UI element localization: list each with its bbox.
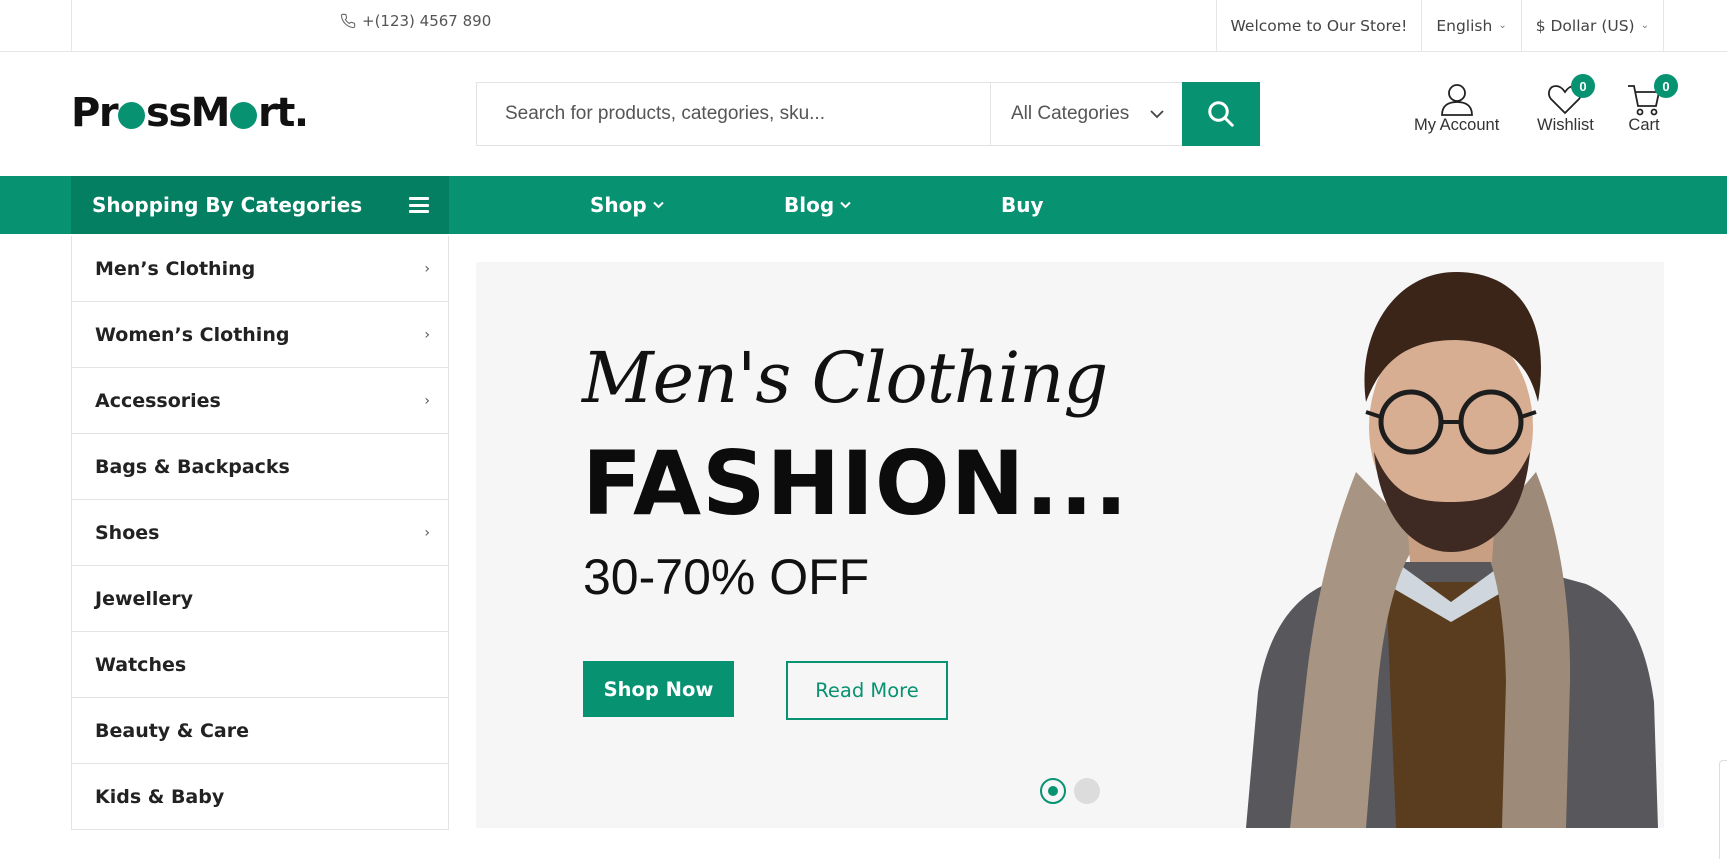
top-bar: +(123) 4567 890 Welcome to Our Store! En… xyxy=(0,0,1727,52)
wishlist-count-badge: 0 xyxy=(1571,74,1595,98)
category-label: Women’s Clothing xyxy=(95,323,290,346)
category-label: Bags & Backpacks xyxy=(95,455,290,478)
hero-title: FASHION... xyxy=(582,432,1129,535)
category-label: Kids & Baby xyxy=(95,785,225,808)
header: PrssM rt. All Categories My Account Wishl… xyxy=(0,52,1727,176)
user-icon xyxy=(1440,84,1473,116)
slider-dot-active[interactable] xyxy=(1040,778,1066,804)
search-icon xyxy=(1208,101,1234,127)
hero-banner: Men's Clothing FASHION... 30-70% OFF Sho… xyxy=(476,262,1664,828)
category-label: Shoes xyxy=(95,521,160,544)
welcome-label: Welcome to Our Store! xyxy=(1230,16,1408,35)
hero-script-title: Men's Clothing xyxy=(582,337,1108,419)
shop-now-button[interactable]: Shop Now xyxy=(583,661,734,717)
wishlist-link[interactable]: Wishlist 0 xyxy=(1537,74,1595,135)
language-selector[interactable]: English ⌄ xyxy=(1422,0,1522,51)
logo-text-3: rt. xyxy=(257,90,309,136)
search-button[interactable] xyxy=(1182,82,1260,146)
phone-icon xyxy=(340,13,356,29)
chevron-right-icon: › xyxy=(424,392,430,409)
chevron-down-icon xyxy=(1150,110,1164,119)
top-bar-right: Welcome to Our Store! English ⌄ $ Dollar … xyxy=(1215,0,1664,51)
category-item-accessories[interactable]: Accessories › xyxy=(72,368,448,434)
category-label: Beauty & Care xyxy=(95,719,250,742)
language-label: English xyxy=(1436,16,1493,35)
scroll-widget[interactable] xyxy=(1719,760,1727,859)
phone-contact[interactable]: +(123) 4567 890 xyxy=(340,12,491,30)
category-item-beauty-care[interactable]: Beauty & Care xyxy=(72,698,448,764)
model-image xyxy=(1246,272,1658,828)
category-label: Men’s Clothing xyxy=(95,257,256,280)
chevron-right-icon: › xyxy=(424,524,430,541)
nav-item-label: Buy xyxy=(1001,193,1044,217)
chevron-down-icon xyxy=(652,201,664,209)
logo-text-2: ssM xyxy=(146,90,230,136)
chevron-down-icon: ⌄ xyxy=(1498,20,1507,31)
nav-item-label: Blog xyxy=(784,193,835,217)
phone-number: +(123) 4567 890 xyxy=(362,12,492,30)
currency-selector[interactable]: $ Dollar (US) ⌄ xyxy=(1522,0,1664,51)
welcome-text: Welcome to Our Store! xyxy=(1217,0,1423,51)
nav-item-shop[interactable]: Shop xyxy=(590,176,664,234)
category-label: Watches xyxy=(95,653,187,676)
nav-item-label: Shop xyxy=(590,193,647,217)
category-item-kids-baby[interactable]: Kids & Baby xyxy=(72,764,448,830)
logo-dot xyxy=(229,101,257,129)
categories-title: Shopping By Categories xyxy=(92,193,363,217)
my-account-label: My Account xyxy=(1414,116,1500,134)
hero-discount: 30-70% OFF xyxy=(583,549,870,605)
logo-dot xyxy=(118,101,146,129)
cart-count-badge: 0 xyxy=(1654,74,1678,98)
category-label: Accessories xyxy=(95,389,221,412)
main-nav: Shopping By Categories Shop Blog Buy xyxy=(0,176,1727,234)
category-label: Jewellery xyxy=(95,587,194,610)
category-item-mens-clothing[interactable]: Men’s Clothing › xyxy=(72,236,448,302)
cart-label: Cart xyxy=(1628,116,1660,134)
slider-dot[interactable] xyxy=(1074,778,1100,804)
currency-label: $ Dollar (US) xyxy=(1535,16,1635,35)
my-account-link[interactable]: My Account xyxy=(1414,82,1499,135)
nav-item-blog[interactable]: Blog xyxy=(784,176,851,234)
hamburger-menu-icon xyxy=(409,197,429,213)
wishlist-label: Wishlist xyxy=(1537,116,1594,134)
search-input[interactable] xyxy=(477,83,990,145)
category-sidebar: Men’s Clothing › Women’s Clothing › Access… xyxy=(71,236,449,830)
chevron-right-icon: › xyxy=(424,260,430,277)
category-item-shoes[interactable]: Shoes › xyxy=(72,500,448,566)
search-bar: All Categories xyxy=(476,82,1260,146)
chevron-down-icon xyxy=(840,201,851,209)
logo[interactable]: Pr ssM rt. xyxy=(71,90,309,136)
category-item-womens-clothing[interactable]: Women’s Clothing › xyxy=(72,302,448,368)
cart-link[interactable]: Cart 0 xyxy=(1626,74,1678,135)
nav-item-buy[interactable]: Buy xyxy=(1001,176,1044,234)
divider xyxy=(71,0,72,51)
categories-toggle[interactable]: Shopping By Categories xyxy=(71,176,449,234)
chevron-down-icon: ⌄ xyxy=(1640,20,1649,31)
category-item-jewellery[interactable]: Jewellery xyxy=(72,566,448,632)
category-select-label: All Categories xyxy=(1011,103,1130,124)
category-item-bags-backpacks[interactable]: Bags & Backpacks xyxy=(72,434,448,500)
category-select[interactable]: All Categories xyxy=(990,83,1182,145)
chevron-right-icon: › xyxy=(424,326,430,343)
category-item-watches[interactable]: Watches xyxy=(72,632,448,698)
read-more-button[interactable]: Read More xyxy=(786,661,948,720)
logo-text-1: Pr xyxy=(71,90,119,136)
